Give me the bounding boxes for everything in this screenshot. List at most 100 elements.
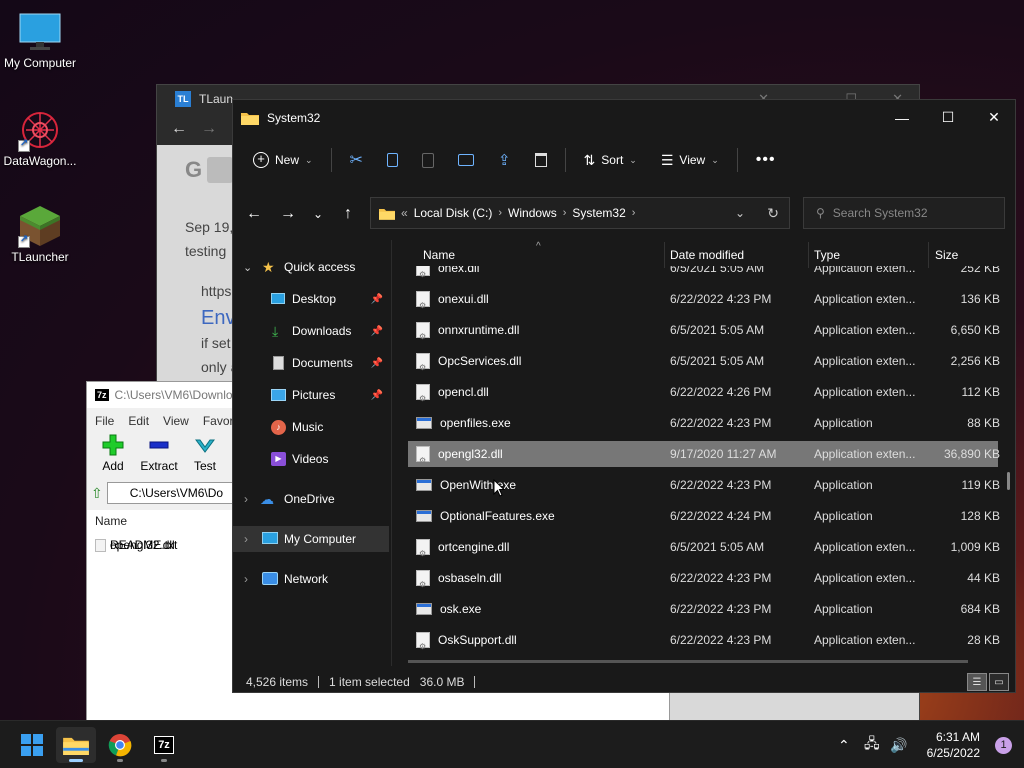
view-button[interactable]: ☰ View ⌄ [651,144,729,176]
menu-edit[interactable]: Edit [128,414,149,428]
breadcrumb-system32[interactable]: System32 [572,206,625,220]
sidebar-item-desktop[interactable]: Desktop 📌 [233,286,389,312]
new-button[interactable]: + New ⌄ [243,144,323,176]
file-name-cell: onnxruntime.dll [408,317,663,343]
file-date: 6/5/2021 5:05 AM [670,540,765,554]
post-link[interactable]: https [201,283,231,299]
speaker-icon: 🔊 [890,736,908,753]
sidebar-item-label: Documents [292,356,353,370]
sidebar-item-videos[interactable]: ▶ Videos [233,446,389,472]
cut-button[interactable]: ✂ [340,144,373,176]
notification-badge[interactable]: 1 [995,737,1012,754]
file-row[interactable]: opencl.dll 6/22/2022 4:26 PM Application e… [408,379,1000,405]
window-title: C:\Users\VM6\Downlo [114,388,233,402]
dll-file-icon [416,632,430,653]
minimize-button[interactable]: — [879,100,925,135]
sidebar-item-music[interactable]: ♪ Music [233,414,389,440]
maximize-button[interactable]: ☐ [925,100,971,135]
forward-icon[interactable]: → [201,120,217,138]
running-indicator [117,759,123,762]
file-name: ortcengine.dll [438,540,510,554]
up-button[interactable]: ↑ [331,198,365,230]
taskbar-chrome[interactable] [100,727,140,763]
search-box[interactable]: ⚲ Search System32 [803,197,1005,229]
share-button[interactable]: ⇪ [488,144,521,176]
sidebar-item-documents[interactable]: Documents 📌 [233,350,389,376]
sidebar-item-onedrive[interactable]: › ☁ OneDrive [233,486,389,512]
sidebar-item-my-computer[interactable]: › My Computer [233,526,389,552]
back-icon: ← [246,205,262,222]
rename-button[interactable] [448,144,484,176]
recent-locations-button[interactable]: ⌄ [301,198,335,230]
menu-view[interactable]: View [163,414,189,428]
up-folder-icon[interactable]: ⇧ [91,485,103,502]
close-button[interactable]: ✕ [971,100,1017,135]
more-options-button[interactable]: ••• [746,144,786,176]
file-date: 9/17/2020 11:27 AM [670,447,777,461]
back-button[interactable]: ← [237,198,271,230]
horizontal-scrollbar[interactable] [408,660,968,663]
breadcrumb-local-disk[interactable]: Local Disk (C:) [414,206,493,220]
copy-button[interactable] [377,144,408,176]
sort-button[interactable]: ⇅ Sort ⌄ [574,144,647,176]
menu-file[interactable]: File [95,414,114,428]
desktop-icon-datawagon[interactable]: DataWagon... [0,108,80,168]
test-button[interactable]: Test [187,434,223,480]
sidebar-item-network[interactable]: › Network [233,566,389,592]
sidebar-item-quick-access[interactable]: ⌄ ★ Quick access [233,254,389,280]
file-name-cell: OskSupport.dll [408,627,663,653]
sort-ascending-icon: ^ [536,241,541,252]
breadcrumb-windows[interactable]: Windows [508,206,557,220]
breadcrumb[interactable]: « Local Disk (C:) › Windows › System32 ›… [370,197,790,229]
file-row[interactable]: onex.dll 6/5/2021 5:05 AM Application exte… [408,266,1000,281]
delete-button[interactable] [525,144,557,176]
view-toggle: ☰ ▭ [967,673,1009,691]
clock[interactable]: 6:31 AM 6/25/2022 [927,729,980,761]
address-dropdown-icon[interactable]: ⌄ [735,206,745,220]
taskbar-file-explorer[interactable] [56,727,96,763]
forward-button[interactable]: → [271,198,305,230]
volume-control[interactable]: 🔊 [890,721,907,768]
file-row[interactable]: ortcengine.dll 6/5/2021 5:05 AM Applicatio… [408,534,1000,560]
taskbar-7zip[interactable]: 7z [144,727,184,763]
chevron-down-icon: ⌄ [243,261,253,274]
file-size: 44 KB [967,571,1000,585]
details-view-icon[interactable]: ☰ [967,673,987,691]
file-size: 2,256 KB [950,354,1000,368]
sidebar-item-pictures[interactable]: Pictures 📌 [233,382,389,408]
sidebar-item-downloads[interactable]: ⤓ Downloads 📌 [233,318,389,344]
file-explorer-window[interactable]: System32 — ☐ ✕ + New ⌄ ✂ ⇪ ⇅ Sort ⌄ ☰ Vi… [232,99,1016,693]
extract-button[interactable]: Extract [140,434,178,480]
file-row[interactable]: onnxruntime.dll 6/5/2021 5:05 AM Applicati… [408,317,1000,343]
refresh-icon[interactable]: ↻ [767,205,779,222]
divider [928,242,929,268]
scissors-icon: ✂ [349,152,363,169]
network-status[interactable]: 🖧 [864,721,880,768]
file-row[interactable]: OpcServices.dll 6/5/2021 5:05 AM Applicati… [408,348,1000,374]
show-hidden-icons[interactable]: ⌃ [838,721,850,768]
file-name: onexui.dll [438,292,489,306]
desktop-icon-tlauncher[interactable]: TLauncher [0,204,80,264]
paste-button[interactable] [412,144,444,176]
desktop-icon-my-computer[interactable]: My Computer [0,10,80,70]
file-row[interactable]: onexui.dll 6/22/2022 4:23 PM Application e… [408,286,1000,312]
search-input[interactable]: Search System32 [833,206,928,220]
file-row[interactable]: OskSupport.dll 6/22/2022 4:23 PM Applicati… [408,627,1000,653]
file-row[interactable]: openfiles.exe 6/22/2022 4:23 PM Applicatio… [408,410,1000,436]
file-row[interactable]: opengl32.dll 9/17/2020 11:27 AM Applicatio… [408,441,1000,467]
vertical-scrollbar[interactable] [1007,472,1010,490]
file-row[interactable]: OptionalFeatures.exe 6/22/2022 4:24 PM App… [408,503,1000,529]
breadcrumb-overflow[interactable]: « [401,206,408,220]
file-row[interactable]: osk.exe 6/22/2022 4:23 PM Application 684 K… [408,596,1000,622]
sidebar-item-label: My Computer [284,532,357,546]
test-label: Test [193,459,216,473]
file-row[interactable]: osbaseln.dll 6/22/2022 4:23 PM Application… [408,565,1000,591]
plus-icon [102,434,124,456]
start-button[interactable] [12,727,52,763]
add-button[interactable]: Add [95,434,131,480]
back-icon[interactable]: ← [171,120,187,138]
tiles-view-icon[interactable]: ▭ [989,673,1009,691]
divider [564,148,566,172]
file-type: Application [814,602,873,616]
download-icon: ⤓ [272,322,279,339]
